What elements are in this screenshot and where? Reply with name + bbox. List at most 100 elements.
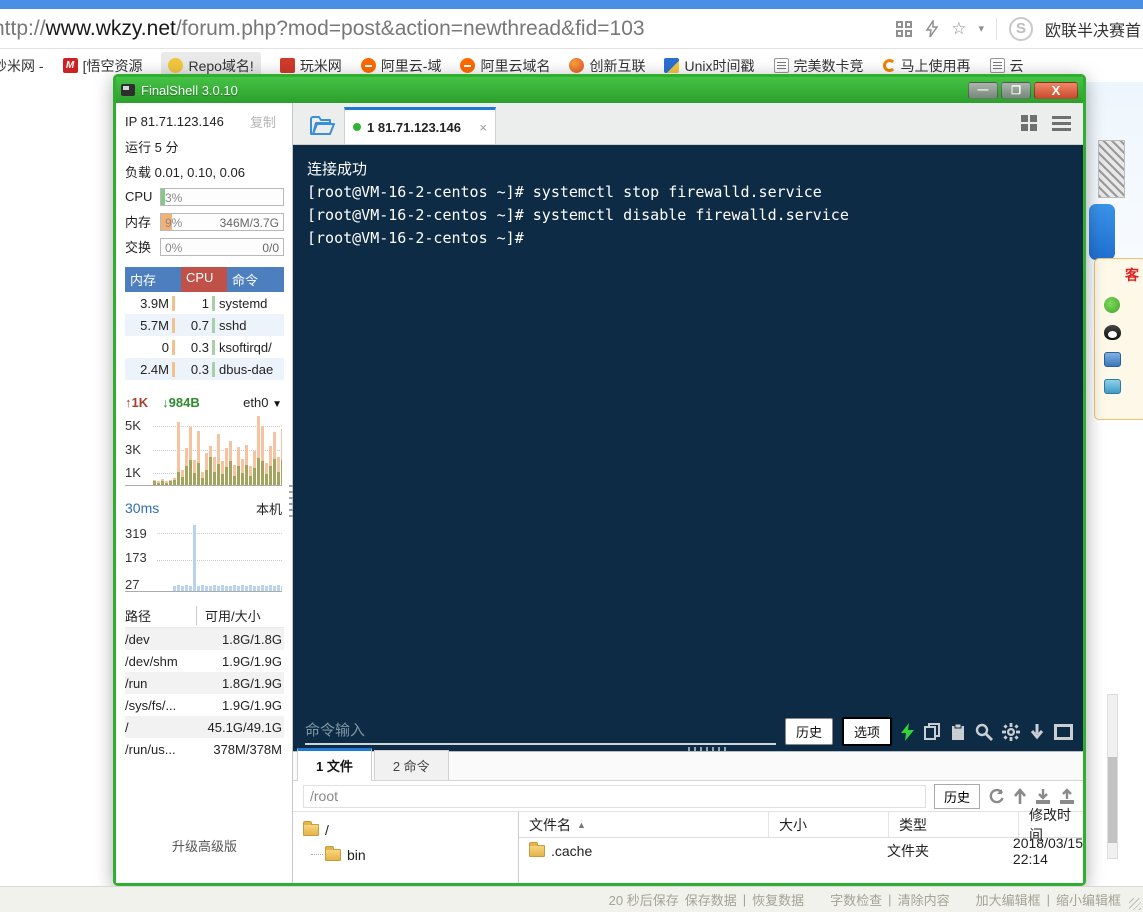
page-scrollbar-thumb[interactable] — [1108, 757, 1117, 843]
page-scrollbar[interactable] — [1107, 694, 1118, 859]
menu-icon[interactable] — [1052, 116, 1071, 131]
copy-ip-button[interactable]: 复制 — [250, 112, 276, 131]
star-icon[interactable]: ☆ — [951, 19, 966, 39]
process-header-mem[interactable]: 内存 — [125, 267, 181, 292]
save-data-link[interactable]: 保存数据 — [685, 890, 737, 909]
restore-data-link[interactable]: 恢复数据 — [752, 890, 804, 909]
ping-ytick: 27 — [125, 577, 155, 592]
disk-size: 1.9G/1.9G — [222, 654, 284, 669]
path-history-button[interactable]: 历史 — [934, 784, 980, 809]
swap-percent: 0% — [165, 241, 182, 255]
process-header-cmd[interactable]: 命令 — [227, 267, 284, 292]
splitter-handle-horizontal[interactable] — [688, 747, 728, 751]
uptime-text: 运行 5 分 — [125, 137, 178, 156]
tab-files[interactable]: 1 文件 — [297, 748, 372, 781]
layout-grid-icon[interactable] — [1021, 115, 1038, 132]
browser-top-strip — [0, 0, 1143, 9]
bookmark-chaomiwang[interactable]: 炒米网 - — [0, 56, 44, 76]
close-button[interactable]: X — [1034, 82, 1078, 99]
disk-size: 378M/378M — [213, 742, 284, 757]
clear-content-link[interactable]: 清除内容 — [898, 890, 950, 909]
col-size[interactable]: 大小 — [769, 812, 889, 837]
feed-badge-icon[interactable]: S — [1009, 17, 1033, 41]
bookmark-aliyun-1[interactable]: 阿里云-域 — [361, 56, 442, 76]
process-header-cpu[interactable]: CPU — [181, 267, 227, 292]
wechat-service-icon[interactable] — [1104, 297, 1120, 313]
maximize-button[interactable]: ❐ — [1001, 82, 1031, 99]
refresh-icon[interactable] — [988, 788, 1005, 805]
window-mode-icon[interactable] — [1054, 724, 1073, 740]
tree-item-root[interactable]: / — [303, 817, 518, 842]
feed-headline[interactable]: 欧联半决赛首 — [1045, 17, 1141, 41]
command-input[interactable] — [305, 719, 776, 745]
minimize-button[interactable]: — — [968, 82, 998, 99]
chevron-down-icon[interactable]: ▾ — [978, 22, 984, 35]
upload-file-icon[interactable] — [1059, 788, 1075, 805]
directory-tree: / bin — [293, 812, 519, 883]
bookmark-wukong[interactable]: M[悟空资源 — [63, 56, 143, 76]
bookmark-wanmi[interactable]: 玩米网 — [280, 56, 342, 76]
webpage-fragment: 客 — [1086, 82, 1143, 882]
session-tab[interactable]: 1 81.71.123.146 × — [344, 107, 496, 144]
file-panel-tabs: 1 文件 2 命令 — [293, 752, 1083, 781]
bookmark-yun[interactable]: 云 — [990, 56, 1024, 76]
network-chart: 5K 3K 1K — [125, 414, 282, 486]
process-row[interactable]: 0 0.3 ksoftirqd/ — [125, 336, 284, 358]
shrink-editor-link[interactable]: 缩小编辑框 — [1056, 890, 1121, 909]
col-modified[interactable]: 修改时间 — [1019, 812, 1083, 837]
resize-grip[interactable] — [1129, 898, 1141, 910]
terminal-line: [root@VM-16-2-centos ~]# systemctl disab… — [307, 204, 1069, 227]
settings-gear-icon[interactable] — [1002, 723, 1020, 741]
bookmark-unixtime[interactable]: Unix时间戳 — [664, 56, 754, 76]
upgrade-link[interactable]: 升级高级版 — [125, 836, 284, 877]
disk-row[interactable]: /dev/shm1.9G/1.9G — [125, 650, 284, 672]
download-file-icon[interactable] — [1035, 788, 1051, 805]
copy-icon[interactable] — [923, 723, 941, 741]
tab-commands[interactable]: 2 命令 — [374, 750, 449, 780]
disk-row[interactable]: /45.1G/49.1G — [125, 716, 284, 738]
process-mem: 0 — [125, 340, 175, 355]
word-count-link[interactable]: 字数检查 — [830, 890, 882, 909]
file-name: .cache — [551, 843, 592, 859]
terminal[interactable]: 连接成功 [root@VM-16-2-centos ~]# systemctl … — [293, 145, 1083, 712]
file-row[interactable]: .cache 文件夹 2018/03/15 22:14 — [519, 838, 1083, 864]
page-blue-button[interactable] — [1089, 204, 1115, 260]
bookmark-aliyun-2[interactable]: 阿里云域名 — [460, 56, 550, 76]
download-arrow-icon[interactable] — [1029, 723, 1045, 741]
bookmark-wanmei[interactable]: 完美数卡竞 — [774, 56, 864, 76]
qq-service-icon[interactable] — [1104, 325, 1121, 340]
lightning-icon[interactable] — [925, 20, 939, 38]
tree-label: bin — [347, 847, 366, 863]
process-row[interactable]: 3.9M 1 systemd — [125, 292, 284, 314]
tab-close-icon[interactable]: × — [479, 120, 487, 135]
parent-dir-icon[interactable] — [1013, 788, 1027, 805]
disk-header-size[interactable]: 可用/大小 — [197, 606, 261, 625]
disk-header-path[interactable]: 路径 — [125, 606, 197, 625]
options-button[interactable]: 选项 — [842, 717, 892, 746]
send-lightning-icon[interactable] — [901, 723, 914, 741]
col-type[interactable]: 类型 — [889, 812, 1019, 837]
disk-row[interactable]: /dev1.8G/1.8G — [125, 628, 284, 650]
tree-item-bin[interactable]: bin — [303, 842, 518, 867]
address-bar[interactable]: http://www.wkzy.net/forum.php?mod=post&a… — [0, 17, 895, 41]
search-icon[interactable] — [975, 723, 993, 741]
disk-row[interactable]: /run1.8G/1.9G — [125, 672, 284, 694]
disk-row[interactable]: /sys/fs/...1.9G/1.9G — [125, 694, 284, 716]
process-row[interactable]: 5.7M 0.7 sshd — [125, 314, 284, 336]
enlarge-editor-link[interactable]: 加大编辑框 — [976, 890, 1041, 909]
monitor-service-icon[interactable] — [1104, 379, 1121, 394]
paste-icon[interactable] — [950, 723, 966, 741]
interface-selector[interactable]: eth0 ▼ — [243, 395, 282, 410]
history-button[interactable]: 历史 — [785, 718, 833, 745]
bookmark-chuangxin[interactable]: 创新互联 — [569, 56, 645, 76]
bookmark-mashang[interactable]: 马上使用再 — [883, 56, 971, 76]
desktop-service-icon[interactable] — [1104, 352, 1121, 367]
path-input[interactable] — [303, 785, 926, 808]
apps-grid-icon[interactable] — [895, 20, 913, 38]
col-filename[interactable]: 文件名▲ — [519, 812, 769, 837]
open-folder-icon[interactable] — [309, 115, 336, 137]
splitter-handle-vertical[interactable] — [289, 485, 293, 519]
process-row[interactable]: 2.4M 0.3 dbus-dae — [125, 358, 284, 380]
disk-row[interactable]: /run/us...378M/378M — [125, 738, 284, 760]
window-titlebar[interactable]: FinalShell 3.0.10 — ❐ X — [116, 77, 1083, 103]
